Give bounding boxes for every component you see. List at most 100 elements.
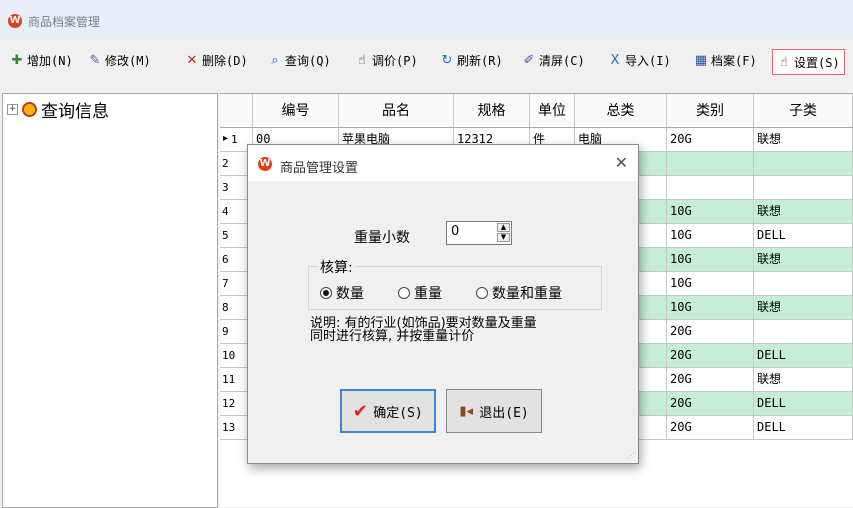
table-cell[interactable]: 10G bbox=[667, 296, 754, 320]
table-cell[interactable]: DELL bbox=[754, 392, 853, 416]
table-cell[interactable] bbox=[754, 152, 853, 176]
column-header[interactable]: 子类 bbox=[754, 94, 853, 128]
table-cell[interactable]: 10G bbox=[667, 224, 754, 248]
toolbar-button-9[interactable]: ☝ 设置(S) bbox=[772, 49, 845, 75]
exit-button[interactable]: ▮◂ 退出(E) bbox=[446, 389, 542, 433]
window-title: 商品档案管理 bbox=[28, 15, 101, 29]
table-cell[interactable]: 10G bbox=[667, 200, 754, 224]
toolbar-button-label: 修改(M) bbox=[105, 53, 151, 68]
expand-icon[interactable]: + bbox=[7, 104, 18, 115]
toolbar-button-label: 档案(F) bbox=[711, 53, 757, 68]
toolbar-button-4[interactable]: ☝ 调价(P) bbox=[355, 50, 418, 70]
hand-icon: ☝ bbox=[780, 54, 788, 70]
ok-button-label: 确定(S) bbox=[373, 405, 423, 421]
tree-node-query-info[interactable]: + 查询信息 bbox=[7, 97, 109, 122]
table-cell[interactable]: 20G bbox=[667, 128, 754, 152]
row-pointer-icon: ▸ bbox=[223, 133, 229, 144]
radio-dot-icon[interactable] bbox=[320, 287, 332, 299]
toolbar-button-label: 查询(Q) bbox=[285, 53, 331, 68]
column-header[interactable]: 单位 bbox=[530, 94, 575, 128]
table-cell[interactable]: 10G bbox=[667, 248, 754, 272]
edit-icon: ✎ bbox=[89, 52, 101, 68]
radio-label: 重量 bbox=[414, 286, 442, 302]
settings-dialog: W 商品管理设置 ✕ 重量小数 0 ▲ ▼ 核算: 数量 重量 数量和重量 说明… bbox=[247, 144, 639, 464]
column-header[interactable]: 编号 bbox=[253, 94, 339, 128]
ok-button[interactable]: ✔ 确定(S) bbox=[340, 389, 436, 433]
tree-node-label: 查询信息 bbox=[41, 102, 109, 122]
table-cell[interactable] bbox=[667, 176, 754, 200]
toolbar-button-label: 删除(D) bbox=[202, 53, 248, 68]
column-header[interactable]: 规格 bbox=[454, 94, 530, 128]
table-cell[interactable]: 20G bbox=[667, 368, 754, 392]
excel-import-icon: X bbox=[610, 52, 620, 68]
weight-decimals-value[interactable]: 0 bbox=[451, 224, 459, 239]
query-tree: + 查询信息 bbox=[2, 93, 218, 508]
table-cell[interactable]: 联想 bbox=[754, 200, 853, 224]
table-cell[interactable]: 20G bbox=[667, 392, 754, 416]
exit-door-icon: ▮◂ bbox=[459, 403, 474, 419]
toolbar-button-3[interactable]: ⌕ 查询(Q) bbox=[268, 50, 331, 70]
exit-button-label: 退出(E) bbox=[479, 405, 529, 421]
table-cell[interactable]: DELL bbox=[754, 416, 853, 440]
refresh-icon: ↻ bbox=[441, 52, 453, 68]
clear-icon: ✐ bbox=[523, 52, 535, 68]
radio-quantity[interactable]: 数量 bbox=[320, 283, 364, 303]
radio-dot-icon[interactable] bbox=[398, 287, 410, 299]
toolbar-button-7[interactable]: X 导入(I) bbox=[608, 50, 671, 70]
toolbar: ✚ 增加(N) ✎ 修改(M) ✕ 删除(D) ⌕ 查询(Q) ☝ 调价(P) ↻ 刷新(R) ✐ 清屏(… bbox=[0, 40, 853, 80]
weight-decimals-stepper[interactable]: 0 ▲ ▼ bbox=[446, 221, 512, 245]
toolbar-button-1[interactable]: ✎ 修改(M) bbox=[88, 50, 151, 70]
table-cell[interactable]: DELL bbox=[754, 224, 853, 248]
table-cell[interactable]: DELL bbox=[754, 344, 853, 368]
radio-weight[interactable]: 重量 bbox=[398, 283, 442, 303]
toolbar-button-label: 刷新(R) bbox=[457, 53, 503, 68]
note-line: 同时进行核算, 并按重量计价 bbox=[310, 329, 475, 344]
radio-quantity-and-weight[interactable]: 数量和重量 bbox=[476, 283, 562, 303]
toolbar-button-2[interactable]: ✕ 删除(D) bbox=[185, 50, 248, 70]
app-logo-icon: W bbox=[8, 14, 22, 28]
hand-icon: ☝ bbox=[358, 52, 366, 68]
table-cell[interactable] bbox=[754, 272, 853, 296]
radio-dot-icon[interactable] bbox=[476, 287, 488, 299]
toolbar-button-6[interactable]: ✐ 清屏(C) bbox=[522, 50, 585, 70]
radio-label: 数量 bbox=[336, 286, 364, 302]
plus-icon: ✚ bbox=[11, 52, 23, 68]
delete-x-icon: ✕ bbox=[186, 52, 198, 68]
explanation-note: 说明: 有的行业(如饰品)要对数量及重量 同时进行核算, 并按重量计价 bbox=[310, 317, 610, 343]
table-cell[interactable] bbox=[754, 320, 853, 344]
table-cell[interactable]: 联想 bbox=[754, 368, 853, 392]
toolbar-button-label: 导入(I) bbox=[625, 53, 671, 68]
checkmark-icon: ✔ bbox=[352, 400, 368, 422]
search-icon: ⌕ bbox=[271, 52, 279, 68]
table-cell[interactable]: 10G bbox=[667, 272, 754, 296]
table-cell[interactable]: 20G bbox=[667, 416, 754, 440]
toolbar-button-label: 增加(N) bbox=[27, 53, 73, 68]
toolbar-button-5[interactable]: ↻ 刷新(R) bbox=[440, 50, 503, 70]
table-cell[interactable]: 20G bbox=[667, 320, 754, 344]
table-cell[interactable]: 20G bbox=[667, 344, 754, 368]
table-cell[interactable] bbox=[754, 176, 853, 200]
app-logo-icon: W bbox=[258, 157, 272, 171]
table-cell[interactable]: 联想 bbox=[754, 248, 853, 272]
table-cell[interactable]: 联想 bbox=[754, 128, 853, 152]
column-header[interactable]: 类别 bbox=[667, 94, 754, 128]
grid-icon: ▦ bbox=[694, 52, 708, 68]
column-header[interactable]: 品名 bbox=[339, 94, 454, 128]
target-icon bbox=[22, 102, 37, 117]
dialog-title: 商品管理设置 bbox=[280, 161, 359, 176]
toolbar-button-label: 设置(S) bbox=[794, 55, 840, 70]
table-cell[interactable] bbox=[667, 152, 754, 176]
spin-down-icon[interactable]: ▼ bbox=[497, 233, 510, 242]
spin-up-icon[interactable]: ▲ bbox=[497, 223, 510, 232]
radio-label: 数量和重量 bbox=[492, 286, 562, 302]
title-bar: W 商品档案管理 bbox=[0, 0, 853, 41]
toolbar-button-8[interactable]: ▦ 档案(F) bbox=[694, 50, 757, 70]
toolbar-button-0[interactable]: ✚ 增加(N) bbox=[10, 50, 73, 70]
column-header[interactable]: 总类 bbox=[575, 94, 667, 128]
accounting-group-label: 核算: bbox=[318, 257, 355, 277]
toolbar-button-label: 清屏(C) bbox=[539, 53, 585, 68]
resize-grip-icon[interactable]: ⋰ bbox=[627, 451, 635, 460]
table-cell[interactable]: 联想 bbox=[754, 296, 853, 320]
dialog-title-bar: W 商品管理设置 ✕ bbox=[248, 145, 638, 181]
close-icon[interactable]: ✕ bbox=[615, 153, 628, 172]
